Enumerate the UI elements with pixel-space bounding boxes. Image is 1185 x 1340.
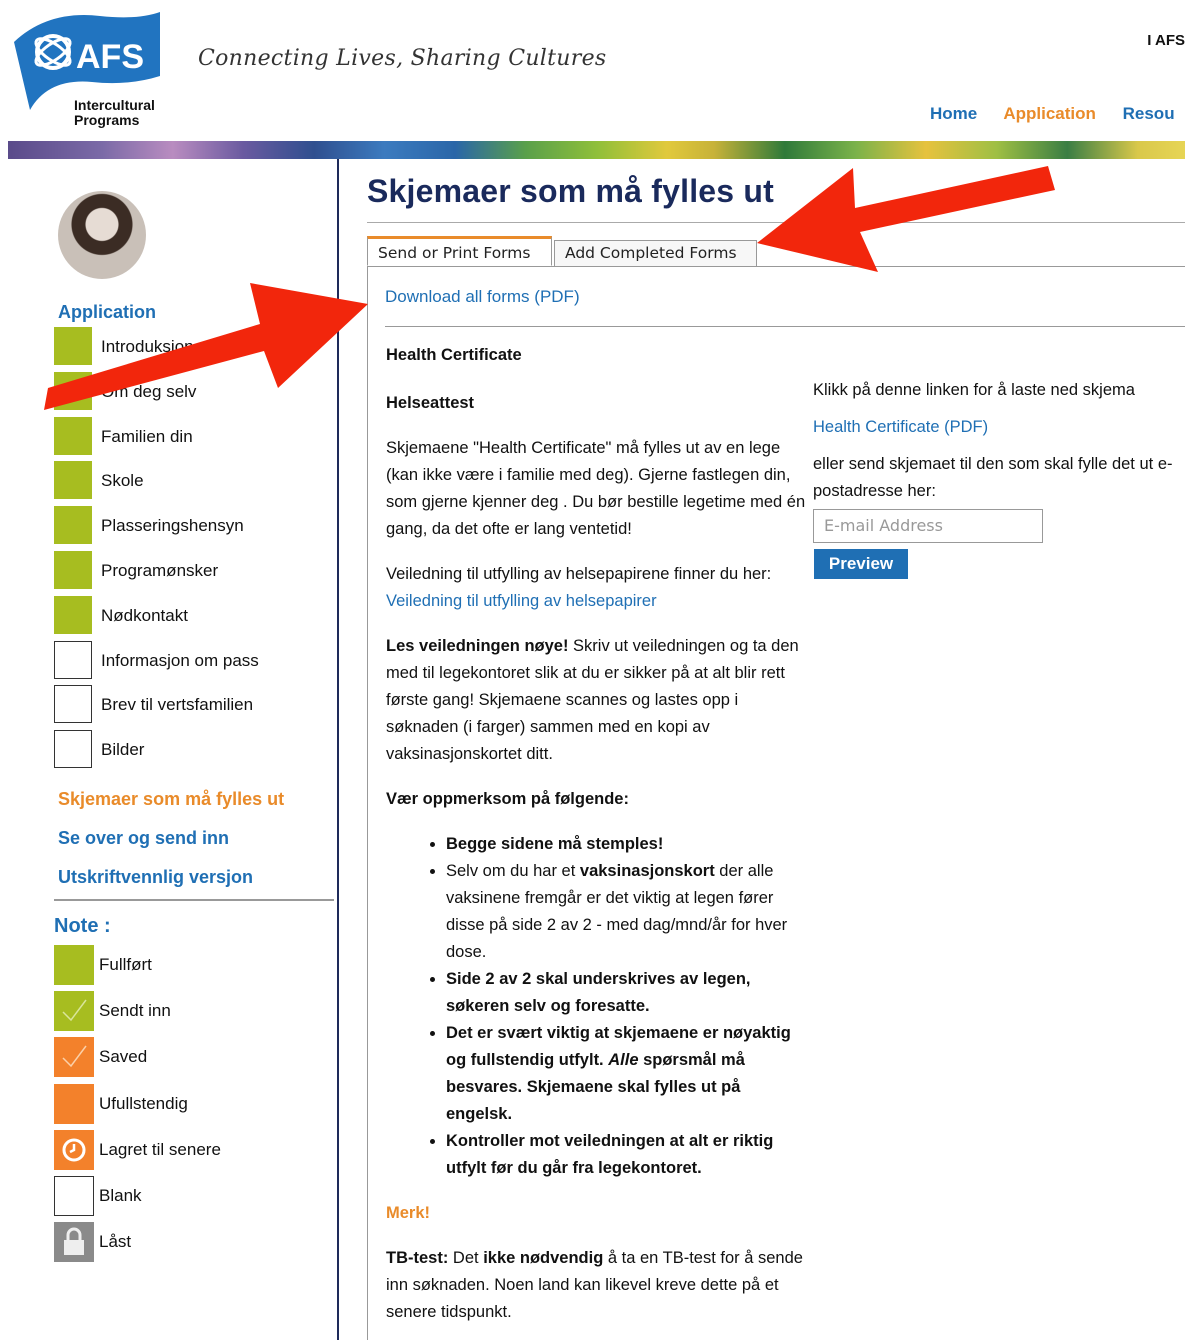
status-complete-icon (54, 416, 92, 455)
status-blank-icon (54, 730, 92, 769)
download-all-link[interactable]: Download all forms (PDF) (385, 287, 580, 307)
section-subtitle: Helseattest (386, 394, 475, 412)
status-complete-icon (54, 461, 92, 500)
form-instructions: Health Certificate Helseattest Skjemaene… (386, 342, 806, 1326)
sidebar-link-se-over[interactable]: Se over og send inn (58, 828, 229, 849)
merk-heading: Merk! (386, 1204, 431, 1222)
list-item: Begge sidene må stemples! (446, 831, 806, 858)
sidebar-link-utskriftvennlig[interactable]: Utskriftvennlig versjon (58, 867, 253, 888)
list-item: Kontroller mot veiledningen at alt er ri… (446, 1128, 806, 1182)
check-icon (54, 991, 94, 1032)
note-heading: Note : (54, 915, 111, 937)
svg-text:AFS: AFS (76, 38, 144, 76)
paragraph: Skjemaene "Health Certificate" må fylles… (386, 439, 806, 538)
guide-link[interactable]: Veiledning til utfylling av helsepapirer (386, 592, 657, 610)
status-incomplete-icon (54, 1083, 94, 1124)
status-blank-icon (54, 640, 92, 679)
email-field[interactable]: E-mail Address (813, 509, 1043, 543)
clock-icon (54, 1129, 94, 1170)
tab-add-completed[interactable]: Add Completed Forms (554, 240, 757, 267)
sidebar-divider (337, 159, 339, 1340)
attention-heading: Vær oppmerksom på følgende: (386, 790, 629, 808)
top-navigation: Home Application Resou (930, 104, 1185, 124)
nav-home[interactable]: Home (930, 104, 977, 123)
section-title: Health Certificate (386, 346, 522, 364)
email-instructions: eller send skjemaet til den som skal fyl… (813, 455, 1173, 500)
panel-rule (385, 326, 1185, 327)
paragraph: Les veiledningen nøye! Skriv ut veiledni… (386, 637, 799, 763)
status-complete-icon (54, 327, 92, 365)
lock-icon (54, 1222, 94, 1263)
bullet-list: Begge sidene må stemples! Selv om du har… (386, 831, 806, 1182)
status-complete-icon (54, 371, 92, 410)
sidebar-link-skjemaer[interactable]: Skjemaer som må fylles ut (58, 789, 284, 810)
avatar (58, 191, 146, 279)
status-complete-icon (54, 550, 92, 589)
status-blank-icon (54, 685, 92, 724)
sidebar-heading[interactable]: Application (58, 302, 156, 323)
status-complete-icon (54, 945, 94, 985)
title-rule (367, 222, 1185, 223)
header-banner (8, 141, 1185, 159)
sidebar-rule (54, 899, 334, 901)
tabs-rule (367, 266, 1185, 267)
tab-send-or-print[interactable]: Send or Print Forms (367, 236, 552, 266)
download-column: Klikk på denne linken for å laste ned sk… (813, 377, 1185, 505)
tagline: Connecting Lives, Sharing Cultures (198, 46, 607, 71)
paragraph: Veiledning til utfylling av helsepapiren… (386, 565, 772, 610)
nav-application[interactable]: Application (1003, 104, 1096, 123)
arrow-tabs-icon (757, 166, 1055, 272)
status-complete-icon (54, 595, 92, 634)
list-item: Selv om du har et vaksinasjonskort der a… (446, 858, 806, 966)
status-complete-icon (54, 506, 92, 545)
list-item: Side 2 av 2 skal underskrives av legen, … (446, 966, 806, 1020)
paragraph: TB-test: Det ikke nødvendig å ta en TB-t… (386, 1249, 803, 1321)
top-right-link[interactable]: I AFS (1147, 32, 1185, 49)
nav-resources[interactable]: Resou (1123, 104, 1175, 123)
afs-logo[interactable]: AFS Intercultural Programs (8, 12, 168, 132)
preview-button[interactable]: Preview (814, 549, 908, 579)
health-certificate-link[interactable]: Health Certificate (PDF) (813, 414, 1185, 441)
logo-subtitle: Intercultural Programs (74, 97, 155, 128)
panel-border (367, 266, 368, 1340)
download-text: Klikk på denne linken for å laste ned sk… (813, 381, 1135, 399)
page-title: Skjemaer som må fylles ut (367, 173, 774, 209)
list-item: Det er svært viktig at skjemaene er nøya… (446, 1020, 806, 1128)
check-icon (54, 1037, 94, 1078)
status-blank-icon (54, 1175, 94, 1216)
